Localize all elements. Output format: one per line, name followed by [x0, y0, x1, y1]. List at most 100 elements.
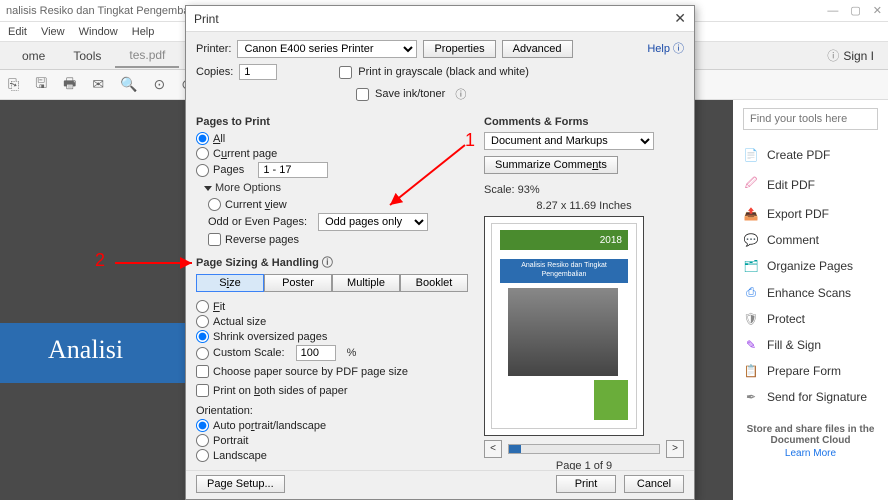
edit-pdf-icon: 🖉 [743, 174, 759, 195]
prev-page-icon[interactable]: ⊙ [154, 76, 166, 93]
size-button[interactable]: Size [196, 274, 264, 292]
auto-orient-radio[interactable] [196, 419, 209, 432]
create-pdf-icon: 📄 [743, 148, 759, 162]
multiple-button[interactable]: Multiple [332, 274, 400, 292]
fit-radio[interactable] [196, 300, 209, 313]
shield-icon: 🛡 [743, 312, 759, 326]
summarize-comments-button[interactable]: Summarize Comments [484, 156, 618, 174]
sizing-handling-header: Page Sizing & Handling ⓘ [196, 254, 476, 270]
all-radio[interactable] [196, 132, 209, 145]
tool-export-pdf[interactable]: 📤Export PDF [743, 201, 878, 227]
tools-panel: 📄Create PDF 🖉Edit PDF 📤Export PDF 💬Comme… [733, 100, 888, 500]
tool-create-pdf[interactable]: 📄Create PDF [743, 142, 878, 168]
cancel-button[interactable]: Cancel [624, 475, 684, 493]
print-both-sides-checkbox[interactable] [196, 384, 209, 397]
learn-more-link[interactable]: Learn More [743, 448, 878, 459]
preview-scrollbar[interactable] [508, 444, 660, 454]
paper-dimensions: 8.27 x 11.69 Inches [484, 200, 684, 212]
print-icon[interactable]: 🖶 [63, 73, 76, 97]
tab-home[interactable]: ome [8, 45, 59, 67]
menu-window[interactable]: Window [79, 26, 118, 38]
minimize-icon[interactable]: — [827, 5, 838, 17]
search-icon[interactable]: 🔍 [120, 76, 137, 93]
tools-search-input[interactable] [743, 108, 878, 130]
dialog-close-icon[interactable]: ✕ [674, 10, 686, 27]
doc-cover-title: Analisi [0, 323, 185, 383]
pen-icon: ✎ [743, 338, 759, 352]
page-counter: Page 1 of 9 [484, 460, 684, 470]
advanced-button[interactable]: Advanced [502, 40, 573, 58]
close-icon[interactable]: ✕ [873, 4, 882, 17]
properties-button[interactable]: Properties [423, 40, 495, 58]
menu-help[interactable]: Help [132, 26, 155, 38]
menu-view[interactable]: View [41, 26, 65, 38]
cloud-promo: Store and share files in the Document Cl… [743, 424, 878, 459]
preview-cover-title: Analisis Resiko dan Tingkat Pengembalian [500, 259, 628, 283]
dialog-titlebar: Print ✕ [186, 6, 694, 32]
enhance-icon: ⎙ [743, 285, 759, 300]
info-icon[interactable]: ⓘ [455, 86, 466, 102]
tool-send-signature[interactable]: ✒Send for Signature [743, 384, 878, 410]
tool-fill-sign[interactable]: ✎Fill & Sign [743, 332, 878, 358]
save-ink-checkbox[interactable] [356, 88, 369, 101]
tool-edit-pdf[interactable]: 🖉Edit PDF [743, 168, 878, 201]
tool-protect[interactable]: 🛡Protect [743, 306, 878, 332]
menu-edit[interactable]: Edit [8, 26, 27, 38]
odd-even-select[interactable]: Odd pages only [318, 213, 428, 231]
actual-size-radio[interactable] [196, 315, 209, 328]
pages-to-print-header: Pages to Print [196, 116, 476, 128]
printer-label: Printer: [196, 43, 231, 55]
custom-scale-radio[interactable] [196, 347, 209, 360]
grayscale-checkbox[interactable] [339, 66, 352, 79]
comments-forms-header: Comments & Forms [484, 116, 684, 128]
tool-prepare-form[interactable]: 📋Prepare Form [743, 358, 878, 384]
open-icon[interactable]: ⎘ [8, 76, 19, 93]
tool-enhance-scans[interactable]: ⎙Enhance Scans [743, 279, 878, 306]
comments-forms-select[interactable]: Document and Markups [484, 132, 654, 150]
custom-scale-input[interactable] [296, 345, 336, 361]
booklet-button[interactable]: Booklet [400, 274, 468, 292]
next-preview-button[interactable]: > [666, 440, 684, 458]
page-setup-button[interactable]: Page Setup... [196, 475, 285, 493]
scale-label: Scale: 93% [484, 184, 684, 196]
export-pdf-icon: 📤 [743, 207, 759, 221]
tool-organize-pages[interactable]: 🗂Organize Pages [743, 253, 878, 279]
mail-icon[interactable]: ✉ [92, 76, 104, 93]
window-controls: — ▢ ✕ [827, 4, 882, 17]
preview-green-block [594, 380, 628, 420]
poster-button[interactable]: Poster [264, 274, 332, 292]
more-options-toggle[interactable]: More Options [196, 182, 476, 194]
printer-select[interactable]: Canon E400 series Printer [237, 40, 417, 58]
choose-paper-checkbox[interactable] [196, 365, 209, 378]
reverse-pages-checkbox[interactable] [208, 233, 221, 246]
print-preview: 2018 Analisis Resiko dan Tingkat Pengemb… [484, 216, 644, 436]
copies-label: Copies: [196, 66, 233, 78]
orientation-label: Orientation: [196, 405, 253, 417]
preview-scroll: < > [484, 440, 684, 458]
scroll-thumb[interactable] [509, 445, 521, 453]
landscape-radio[interactable] [196, 449, 209, 462]
organize-icon: 🗂 [743, 259, 759, 273]
help-link[interactable]: Help ⓘ [647, 40, 684, 56]
signature-icon: ✒ [743, 390, 759, 404]
portrait-radio[interactable] [196, 434, 209, 447]
current-page-radio[interactable] [196, 147, 209, 160]
preview-year-badge: 2018 [500, 230, 628, 250]
tab-filename[interactable]: tes.pdf [115, 44, 179, 68]
shrink-radio[interactable] [196, 330, 209, 343]
pages-radio[interactable] [196, 164, 209, 177]
maximize-icon[interactable]: ▢ [850, 4, 860, 17]
pages-range-input[interactable] [258, 162, 328, 178]
copies-input[interactable] [239, 64, 277, 80]
sign-in-link[interactable]: Sign I [827, 47, 880, 64]
current-view-radio[interactable] [208, 198, 221, 211]
grayscale-label: Print in grayscale (black and white) [358, 66, 529, 78]
tool-comment[interactable]: 💬Comment [743, 227, 878, 253]
tab-tools[interactable]: Tools [59, 45, 115, 67]
prev-preview-button[interactable]: < [484, 440, 502, 458]
save-ink-label: Save ink/toner [375, 88, 445, 100]
print-button[interactable]: Print [556, 475, 616, 493]
comment-icon: 💬 [743, 233, 759, 247]
save-icon[interactable]: 🖫 [35, 73, 47, 97]
info-icon[interactable]: ⓘ [322, 257, 333, 269]
